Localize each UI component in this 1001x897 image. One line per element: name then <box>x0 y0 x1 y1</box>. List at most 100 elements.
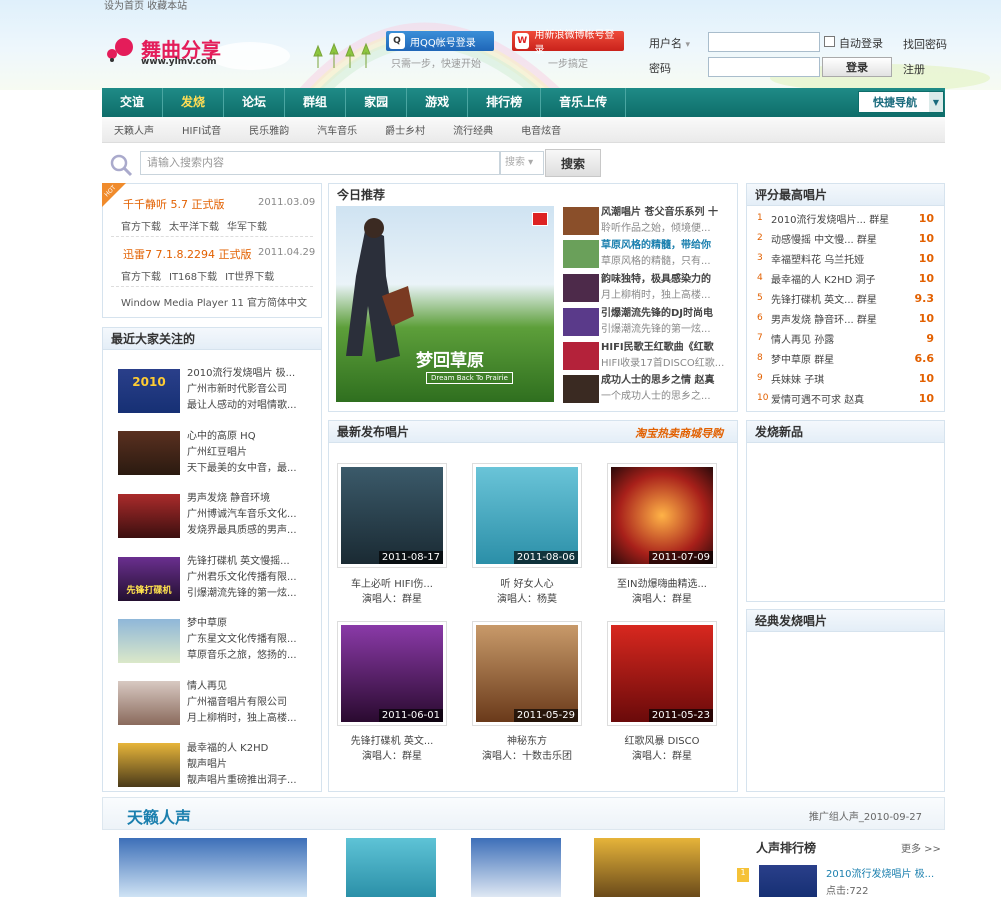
nav-item-youxi[interactable]: 游戏 <box>407 88 469 117</box>
album-cover[interactable] <box>594 838 700 897</box>
album-caption[interactable]: 先锋打碟机 英文... 演唱人：群星 <box>332 734 452 764</box>
weibo-tip: 一步搞定 <box>548 59 588 70</box>
album-cover[interactable] <box>118 619 180 663</box>
rank-row[interactable]: 8 梦中草原 群星 6.6 <box>757 348 934 368</box>
subnav-item[interactable]: 汽车音乐 <box>317 122 357 137</box>
album-caption[interactable]: 红歌风暴 DISCO 演唱人：群星 <box>602 734 722 764</box>
thumb[interactable] <box>563 342 599 370</box>
today-item[interactable]: 韵味独特，极具感染力的 月上柳梢时，独上高楼... <box>601 272 731 304</box>
auto-login-checkbox[interactable] <box>824 36 835 47</box>
list-item[interactable]: 男声发烧 静音环境 广州博诚汽车音乐文化... 发烧界最具质感的男声... <box>187 491 317 539</box>
more-link[interactable]: 更多 >> <box>901 840 941 855</box>
album-cover[interactable]: 先锋打碟机 <box>118 557 180 601</box>
download-title[interactable]: 迅雷7 7.1.8.2294 正式版 <box>123 246 251 262</box>
album-cover[interactable] <box>118 431 180 475</box>
register-link[interactable]: 注册 <box>903 61 925 77</box>
thumb[interactable] <box>563 240 599 268</box>
album-card[interactable]: 2011-08-17 <box>337 463 447 568</box>
rank-row[interactable]: 5 先锋打碟机 英文... 群星 9.3 <box>757 288 934 308</box>
chevron-down-icon[interactable]: ▾ <box>686 40 691 50</box>
top-links[interactable]: 设为首页 收藏本站 <box>104 0 187 12</box>
download-link[interactable]: IT世界下载 <box>225 268 274 283</box>
search-input[interactable]: 请输入搜索内容 <box>140 151 500 175</box>
album-card[interactable]: 2011-05-23 <box>607 621 717 726</box>
rank-row[interactable]: 2 动感慢摇 中文慢... 群星 10 <box>757 228 934 248</box>
nav-item-jiayuan[interactable]: 家园 <box>346 88 408 117</box>
rank-row[interactable]: 1 2010流行发烧唱片... 群星 10 <box>757 208 934 228</box>
login-button[interactable]: 登录 <box>822 57 892 77</box>
today-item[interactable]: 成功人士的思乡之情 赵真 一个成功人士的思乡之... <box>601 373 731 405</box>
username-field[interactable] <box>708 32 820 52</box>
rank-row[interactable]: 6 男声发烧 静音环... 群星 10 <box>757 308 934 328</box>
rank-row[interactable]: 4 最幸福的人 K2HD 洞子 10 <box>757 268 934 288</box>
thumb[interactable] <box>563 274 599 302</box>
nav-item-upload[interactable]: 音乐上传 <box>541 88 627 117</box>
album-cover[interactable] <box>346 838 436 897</box>
today-item[interactable]: 引爆潮流先锋的DJ时尚电 引爆潮流先锋的第一炫... <box>601 306 731 338</box>
album-caption[interactable]: 听 好女人心 演唱人：杨莫 <box>467 577 587 607</box>
panel-title: 经典发烧唱片 <box>747 610 944 632</box>
thumb[interactable] <box>563 375 599 403</box>
promo-link[interactable]: 淘宝热卖商城导购 <box>635 425 723 441</box>
rank-row[interactable]: 3 幸福塑料花 乌兰托娅 10 <box>757 248 934 268</box>
album-card[interactable]: 2011-05-29 <box>472 621 582 726</box>
album-cover[interactable] <box>759 865 817 897</box>
subnav-item[interactable]: 爵士乡村 <box>385 122 425 137</box>
album-cover[interactable] <box>118 681 180 725</box>
qq-login-button[interactable]: Q 用QQ帐号登录 <box>386 31 494 51</box>
nav-item-luntan[interactable]: 论坛 <box>224 88 286 117</box>
list-item[interactable]: 最幸福的人 K2HD 靓声唱片 靓声唱片重磅推出洞子... <box>187 741 317 789</box>
search-type-select[interactable]: 搜索 ▾ <box>500 151 544 175</box>
top-rated-panel: 评分最高唱片 1 2010流行发烧唱片... 群星 10 2 动感慢摇 中文慢... … <box>746 183 945 412</box>
feature-image[interactable]: 梦回草原 Dream Back To Prairie <box>336 206 554 402</box>
today-item[interactable]: 草原风格的精髓，带给你 草原风格的精髓，只有... <box>601 238 731 270</box>
subnav-item[interactable]: 天籁人声 <box>114 122 154 137</box>
download-title[interactable]: Window Media Player 11 官方简体中文 <box>121 294 307 309</box>
rank-row[interactable]: 10 爱情可遇不可求 赵真 10 <box>757 388 934 408</box>
trees-decoration <box>312 40 378 70</box>
album-card[interactable]: 2011-06-01 <box>337 621 447 726</box>
subnav-item[interactable]: HIFI试音 <box>182 122 221 137</box>
nav-item-jiaoyi[interactable]: 交谊 <box>102 88 164 117</box>
list-item[interactable]: 心中的高原 HQ 广州红豆唱片 天下最美的女中音，最... <box>187 429 317 477</box>
download-title[interactable]: 千千静听 5.7 正式版 <box>123 196 225 212</box>
list-item[interactable]: 情人再见 广州福音唱片有限公司 月上柳梢时，独上高楼... <box>187 679 317 727</box>
download-link[interactable]: 太平洋下载 <box>169 218 219 233</box>
nav-item-paihangbang[interactable]: 排行榜 <box>468 88 542 117</box>
download-link[interactable]: 官方下载 <box>121 268 161 283</box>
album-caption[interactable]: 神秘东方 演唱人：十数击乐团 <box>467 734 587 764</box>
rank-row[interactable]: 7 情人再见 孙露 9 <box>757 328 934 348</box>
quick-nav-dropdown[interactable]: 快捷导航 ▼ <box>858 91 944 113</box>
today-item[interactable]: 风潮唱片 苍父音乐系列 十聆听作品之始，倾境便... <box>601 205 731 237</box>
list-item[interactable]: 梦中草原 广东星文文化传播有限... 草原音乐之旅，悠扬的... <box>187 616 317 664</box>
album-cover[interactable] <box>471 838 561 897</box>
album-cover[interactable] <box>119 838 307 897</box>
thumb[interactable] <box>563 207 599 235</box>
rank-item-title[interactable]: 2010流行发烧唱片 极... <box>826 865 934 880</box>
album-card[interactable]: 2011-08-06 <box>472 463 582 568</box>
nav-item-fashao[interactable]: 发烧 <box>163 88 225 117</box>
weibo-login-button[interactable]: W 用新浪微博帐号登录 <box>512 30 624 56</box>
download-link[interactable]: 华军下载 <box>227 218 267 233</box>
nav-item-qunzu[interactable]: 群组 <box>285 88 347 117</box>
download-link[interactable]: IT168下载 <box>169 268 217 283</box>
album-cover[interactable]: 2010 <box>118 369 180 413</box>
album-caption[interactable]: 至IN劲爆嗨曲精选... 演唱人：群星 <box>602 577 722 607</box>
list-item[interactable]: 先锋打碟机 英文慢摇... 广州君乐文化传播有限... 引爆潮流先锋的第一炫... <box>187 554 317 602</box>
subnav-item[interactable]: 电音炫音 <box>521 122 561 137</box>
section-title[interactable]: 天籁人声 <box>127 804 191 828</box>
album-caption[interactable]: 车上必听 HIFI伤... 演唱人：群星 <box>332 577 452 607</box>
forgot-password-link[interactable]: 找回密码 <box>903 36 947 52</box>
download-link[interactable]: 官方下载 <box>121 218 161 233</box>
album-card[interactable]: 2011-07-09 <box>607 463 717 568</box>
list-item[interactable]: 2010流行发烧唱片 极... 广州市新时代影音公司 最让人感动的对唱情歌... <box>187 366 317 414</box>
rank-row[interactable]: 9 兵妹妹 子琪 10 <box>757 368 934 388</box>
subnav-item[interactable]: 民乐雅韵 <box>249 122 289 137</box>
album-cover[interactable] <box>118 494 180 538</box>
thumb[interactable] <box>563 308 599 336</box>
today-item[interactable]: HIFI民歌王红歌曲《红歌 HIFI收录17首DISCO红歌... <box>601 340 731 372</box>
album-cover[interactable] <box>118 743 180 787</box>
subnav-item[interactable]: 流行经典 <box>453 122 493 137</box>
search-button[interactable]: 搜索 <box>545 149 601 177</box>
password-field[interactable] <box>708 57 820 77</box>
